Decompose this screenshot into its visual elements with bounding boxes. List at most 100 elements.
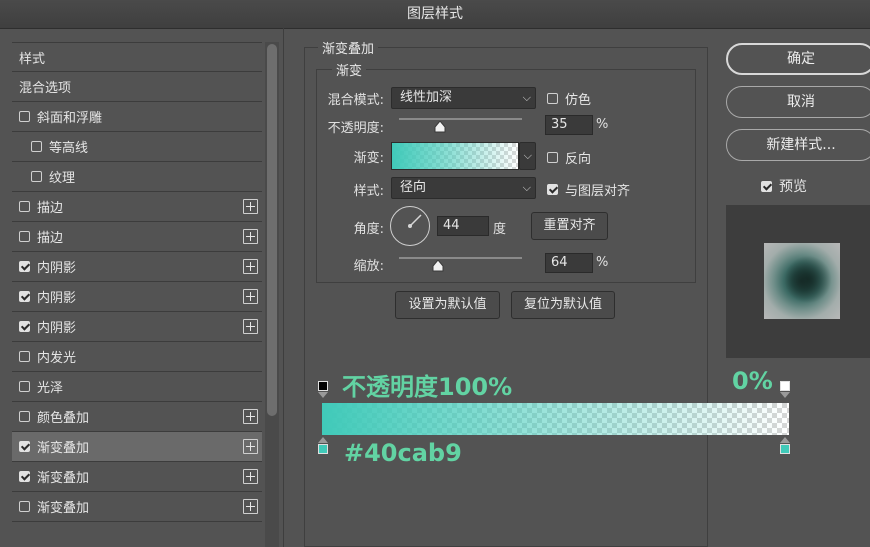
angle-dial[interactable] <box>390 206 430 246</box>
chevron-down-icon: ⌵ <box>522 181 531 194</box>
style-item-checkbox[interactable] <box>19 261 30 272</box>
preview-checkbox-box[interactable] <box>761 180 772 192</box>
style-list-item[interactable]: 光泽 <box>12 372 262 402</box>
style-item-checkbox[interactable] <box>19 231 30 242</box>
style-item-checkbox[interactable] <box>19 351 30 362</box>
align-with-layer-checkbox[interactable]: 与图层对齐 <box>547 180 630 199</box>
dither-checkbox-box[interactable] <box>547 93 558 104</box>
style-item-checkbox[interactable] <box>31 141 42 152</box>
new-style-button[interactable]: 新建样式... <box>726 129 870 161</box>
style-item-label: 描边 <box>37 231 64 246</box>
color-stop-end[interactable] <box>780 444 790 454</box>
reverse-label: 反向 <box>565 152 592 167</box>
scale-input[interactable]: 64 <box>545 253 593 273</box>
style-list-item[interactable]: 内阴影 <box>12 282 262 312</box>
scrollbar-thumb[interactable] <box>267 44 277 416</box>
add-effect-icon[interactable] <box>243 439 258 454</box>
color-annotation: #40cab9 <box>344 439 462 467</box>
panel-divider <box>283 28 284 547</box>
scale-slider-knob[interactable] <box>432 260 444 272</box>
preview-checkbox[interactable]: 预览 <box>761 176 807 196</box>
style-item-label: 内阴影 <box>37 261 77 276</box>
style-item-checkbox[interactable] <box>19 111 30 122</box>
opacity-stop-start[interactable] <box>318 381 328 391</box>
style-item-checkbox[interactable] <box>19 471 30 482</box>
style-item-label: 等高线 <box>49 141 89 156</box>
style-list-item[interactable]: 渐变叠加 <box>12 462 262 492</box>
style-item-checkbox[interactable] <box>31 171 42 182</box>
style-list-item[interactable]: 描边 <box>12 192 262 222</box>
style-item-label: 光泽 <box>37 381 64 396</box>
add-effect-icon[interactable] <box>243 409 258 424</box>
gradient-preview-bar[interactable] <box>322 403 789 435</box>
add-effect-icon[interactable] <box>243 499 258 514</box>
style-item-label: 内发光 <box>37 351 77 366</box>
opacity-annotation: 不透明度100% <box>342 373 513 401</box>
gradient-style-select[interactable]: 径向 ⌵ <box>391 177 536 199</box>
ok-button[interactable]: 确定 <box>726 43 870 75</box>
style-item-checkbox[interactable] <box>19 381 30 392</box>
make-default-button[interactable]: 设置为默认值 <box>395 291 500 319</box>
reverse-checkbox[interactable]: 反向 <box>547 148 591 167</box>
preview-label: 预览 <box>779 179 807 195</box>
style-item-checkbox[interactable] <box>19 291 30 302</box>
opacity-input[interactable]: 35 <box>545 115 593 135</box>
cancel-button[interactable]: 取消 <box>726 86 870 118</box>
dither-checkbox[interactable]: 仿色 <box>547 89 591 108</box>
gradient-picker-dropdown[interactable]: ⌵ <box>519 142 536 170</box>
style-list-item[interactable]: 混合选项 <box>12 72 262 102</box>
style-item-label: 渐变叠加 <box>37 441 90 456</box>
style-item-checkbox[interactable] <box>19 411 30 422</box>
style-list-item[interactable]: 渐变叠加 <box>12 492 262 522</box>
style-list-scrollbar[interactable] <box>265 42 279 547</box>
blend-mode-label: 混合模式: <box>327 93 384 108</box>
style-list-item[interactable]: 等高线 <box>12 132 262 162</box>
style-list-item[interactable]: 斜面和浮雕 <box>12 102 262 132</box>
add-effect-icon[interactable] <box>243 259 258 274</box>
style-list-item[interactable]: 颜色叠加 <box>12 402 262 432</box>
style-item-checkbox[interactable] <box>19 441 30 452</box>
angle-unit: 度 <box>493 222 507 237</box>
add-effect-icon[interactable] <box>243 469 258 484</box>
blend-mode-select[interactable]: 线性加深 ⌵ <box>391 87 536 109</box>
style-list-item[interactable]: 内发光 <box>12 342 262 372</box>
style-list-item[interactable]: 渐变叠加 <box>12 432 262 462</box>
style-item-label: 样式 <box>19 51 46 67</box>
style-item-checkbox[interactable] <box>19 201 30 212</box>
add-effect-icon[interactable] <box>243 199 258 214</box>
gradient-subgroup-title: 渐变 <box>332 60 367 79</box>
reset-alignment-button[interactable]: 重置对齐 <box>531 212 608 240</box>
add-effect-icon[interactable] <box>243 319 258 334</box>
opacity-stop-end[interactable] <box>780 381 790 391</box>
style-item-label: 渐变叠加 <box>37 501 90 516</box>
style-list-item[interactable]: 样式 <box>12 42 262 72</box>
style-item-label: 颜色叠加 <box>37 411 90 426</box>
color-stop-start[interactable] <box>318 444 328 454</box>
style-item-label: 内阴影 <box>37 291 77 306</box>
opacity-slider-knob[interactable] <box>434 121 446 133</box>
reverse-checkbox-box[interactable] <box>547 152 558 163</box>
reset-to-default-button[interactable]: 复位为默认值 <box>511 291 615 319</box>
style-item-checkbox[interactable] <box>19 321 30 332</box>
style-preview-thumbnail <box>764 243 840 319</box>
add-effect-icon[interactable] <box>243 229 258 244</box>
style-list-item[interactable]: 内阴影 <box>12 252 262 282</box>
style-preview-panel <box>726 205 870 358</box>
opacity-stop-start-pointer <box>318 392 328 398</box>
align-checkbox-box[interactable] <box>547 184 558 195</box>
style-list-item[interactable]: 内阴影 <box>12 312 262 342</box>
opacity-slider-track[interactable] <box>399 118 522 120</box>
angle-dial-needle <box>408 214 422 228</box>
color-stop-start-pointer <box>318 437 328 443</box>
style-item-label: 混合选项 <box>19 81 72 96</box>
add-effect-icon[interactable] <box>243 289 258 304</box>
color-stop-end-pointer <box>780 437 790 443</box>
scale-unit: % <box>596 255 609 270</box>
chevron-down-icon: ⌵ <box>522 91 531 104</box>
gradient-swatch[interactable] <box>391 142 519 170</box>
style-item-checkbox[interactable] <box>19 501 30 512</box>
angle-input[interactable]: 44 <box>437 216 489 236</box>
scale-slider-track[interactable] <box>399 257 522 259</box>
style-list-item[interactable]: 纹理 <box>12 162 262 192</box>
style-list-item[interactable]: 描边 <box>12 222 262 252</box>
